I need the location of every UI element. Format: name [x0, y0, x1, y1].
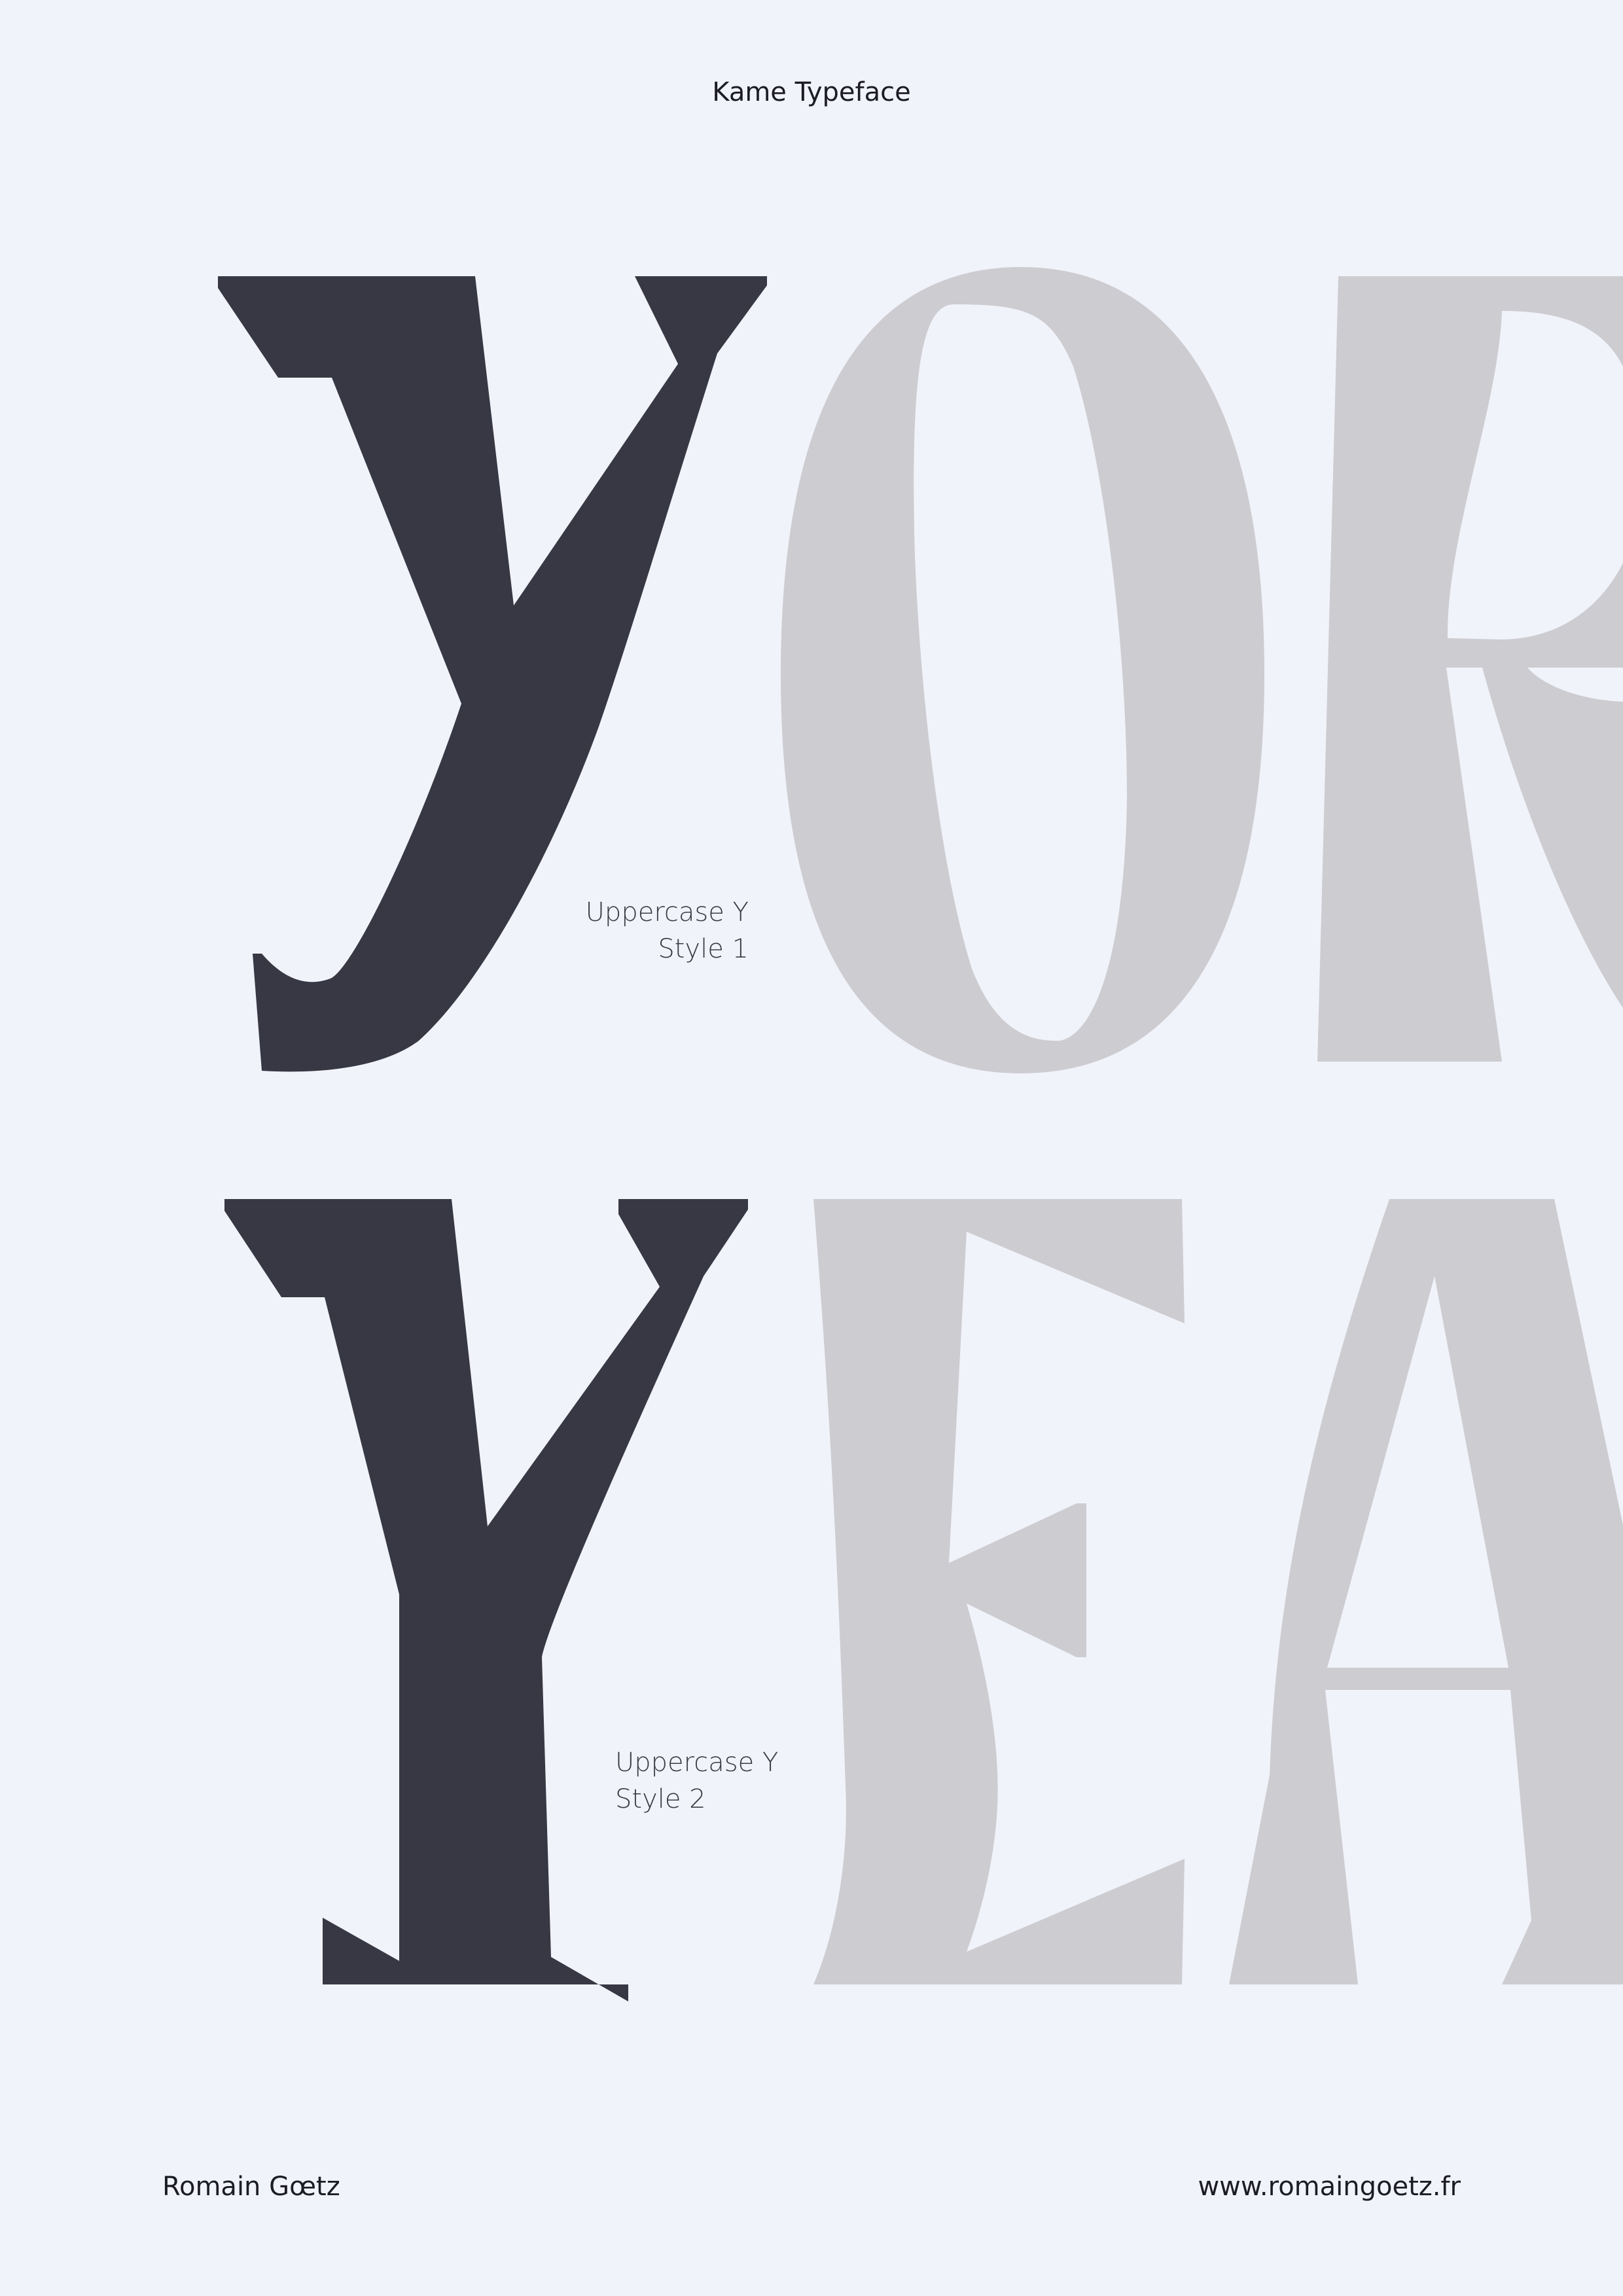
typeface-specimen-artwork [218, 267, 1623, 2001]
caption-style-1: Uppercase Y Style 1 [563, 894, 749, 967]
caption-style-2-line-1: Uppercase Y [615, 1748, 779, 1778]
caption-style-1-line-1: Uppercase Y [585, 897, 749, 927]
glyph-A [1229, 1199, 1623, 1984]
glyph-R [1317, 276, 1623, 1062]
caption-style-2-line-2: Style 2 [615, 1784, 706, 1814]
caption-style-1-line-2: Style 1 [658, 934, 749, 964]
caption-style-2: Uppercase Y Style 2 [615, 1744, 778, 1818]
author-name: Romain Gœtz [162, 2172, 340, 2202]
glyph-E [813, 1199, 1185, 1984]
website-link[interactable]: www.romaingoetz.fr [1198, 2172, 1461, 2202]
glyph-Y-style-2 [224, 1199, 748, 2001]
glyph-O [781, 267, 1264, 1073]
